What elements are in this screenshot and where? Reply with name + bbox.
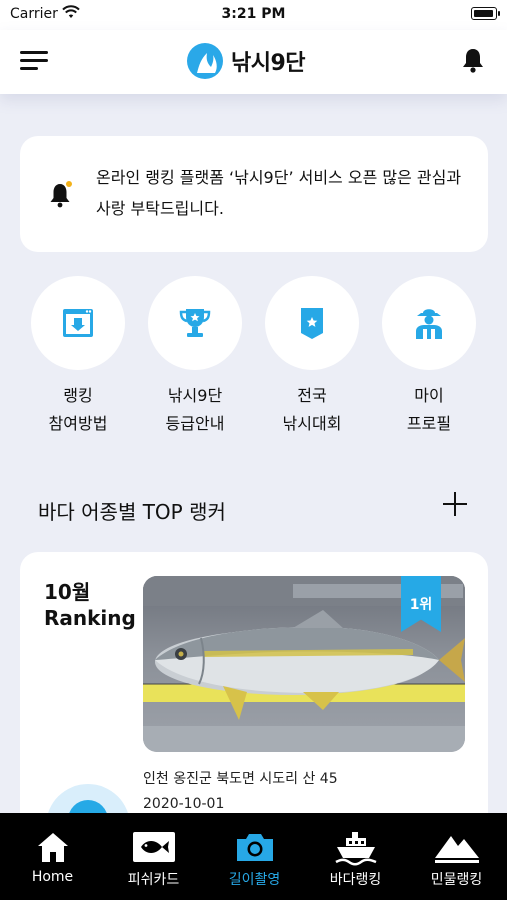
- angler-icon: [416, 309, 442, 339]
- quick-label-1b: 참여방법: [48, 414, 108, 433]
- badge-icon: [301, 308, 323, 339]
- quick-national-contest-circle: [265, 276, 359, 370]
- quick-label-2a: 낚시9단: [167, 386, 223, 405]
- tab-length-capture[interactable]: 길이촬영: [204, 813, 305, 900]
- quick-label-3b: 낚시대회: [282, 414, 342, 433]
- notice-text: 온라인 랭킹 플랫폼 ‘낚시9단’ 서비스 오픈 많은 관심과 사랑 부탁드립니…: [96, 168, 462, 218]
- quick-label-3a: 전국: [297, 386, 327, 405]
- notice-banner[interactable]: 온라인 랭킹 플랫폼 ‘낚시9단’ 서비스 오픈 많은 관심과 사랑 부탁드립니…: [20, 136, 488, 252]
- tab-sea-ranking-label: 바다랭킹: [329, 872, 382, 888]
- logo-text: 낚시9단: [231, 51, 306, 76]
- home-icon: [37, 833, 68, 862]
- quick-ranking-guide[interactable]: 랭킹 참여방법: [30, 276, 126, 438]
- logo-icon: [187, 43, 223, 79]
- quick-label-1a: 랭킹: [63, 386, 93, 405]
- tab-freshwater-ranking-label: 민물랭킹: [430, 872, 483, 888]
- quick-ranking-guide-circle: [31, 276, 125, 370]
- ranking-month: 10월: [44, 580, 91, 604]
- plus-icon[interactable]: [443, 492, 467, 516]
- ship-icon: [334, 832, 376, 866]
- tab-sea-ranking[interactable]: 바다랭킹: [305, 813, 406, 900]
- tab-home-label: Home: [31, 869, 74, 885]
- bottom-tab-bar: Home 피쉬카드 길이촬영 바다랭킹 민물랭킹: [0, 813, 507, 900]
- quick-label-2b: 등급안내: [165, 414, 225, 433]
- quick-my-profile-circle: [382, 276, 476, 370]
- menu-icon[interactable]: [20, 48, 50, 72]
- catch-date: 2020-10-01: [143, 796, 225, 812]
- quick-label-4a: 마이: [414, 386, 444, 405]
- battery-icon: [471, 7, 500, 20]
- quick-grade-guide-circle: [148, 276, 242, 370]
- clock: 3:21 PM: [221, 6, 286, 22]
- quick-label-4b: 프로필: [406, 414, 452, 433]
- section-title: 바다 어종별 TOP 랭커: [38, 500, 226, 524]
- tab-fish-card-label: 피쉬카드: [127, 872, 180, 888]
- notice-bell-icon: [50, 181, 72, 208]
- bell-icon[interactable]: [461, 47, 485, 73]
- status-bar: Carrier 3:21 PM: [0, 0, 507, 30]
- tab-home[interactable]: Home: [2, 813, 103, 900]
- quick-national-contest[interactable]: 전국 낚시대회: [264, 276, 360, 438]
- tab-freshwater-ranking[interactable]: 민물랭킹: [406, 813, 507, 900]
- mountain-icon: [434, 836, 479, 863]
- fish-card-icon: [132, 832, 175, 862]
- ranking-card[interactable]: 10월 Ranking 1위 인천 옹진군 북도면 시도리 산 45 2020-…: [20, 552, 488, 852]
- quick-grade-guide[interactable]: 낚시9단 등급안내: [147, 276, 243, 438]
- app-logo[interactable]: 낚시9단: [187, 43, 306, 79]
- quick-my-profile[interactable]: 마이 프로필: [381, 276, 477, 438]
- app-header: 낚시9단: [0, 30, 507, 94]
- catch-location: 인천 옹진군 북도면 시도리 산 45: [143, 771, 338, 787]
- tab-fish-card[interactable]: 피쉬카드: [103, 813, 204, 900]
- camera-icon: [236, 834, 273, 861]
- trophy-icon: [179, 309, 211, 337]
- tab-length-capture-label: 길이촬영: [228, 872, 281, 888]
- fish-photo[interactable]: 1위: [143, 576, 465, 752]
- download-board-icon: [63, 309, 93, 337]
- ranking-title: Ranking: [44, 606, 136, 630]
